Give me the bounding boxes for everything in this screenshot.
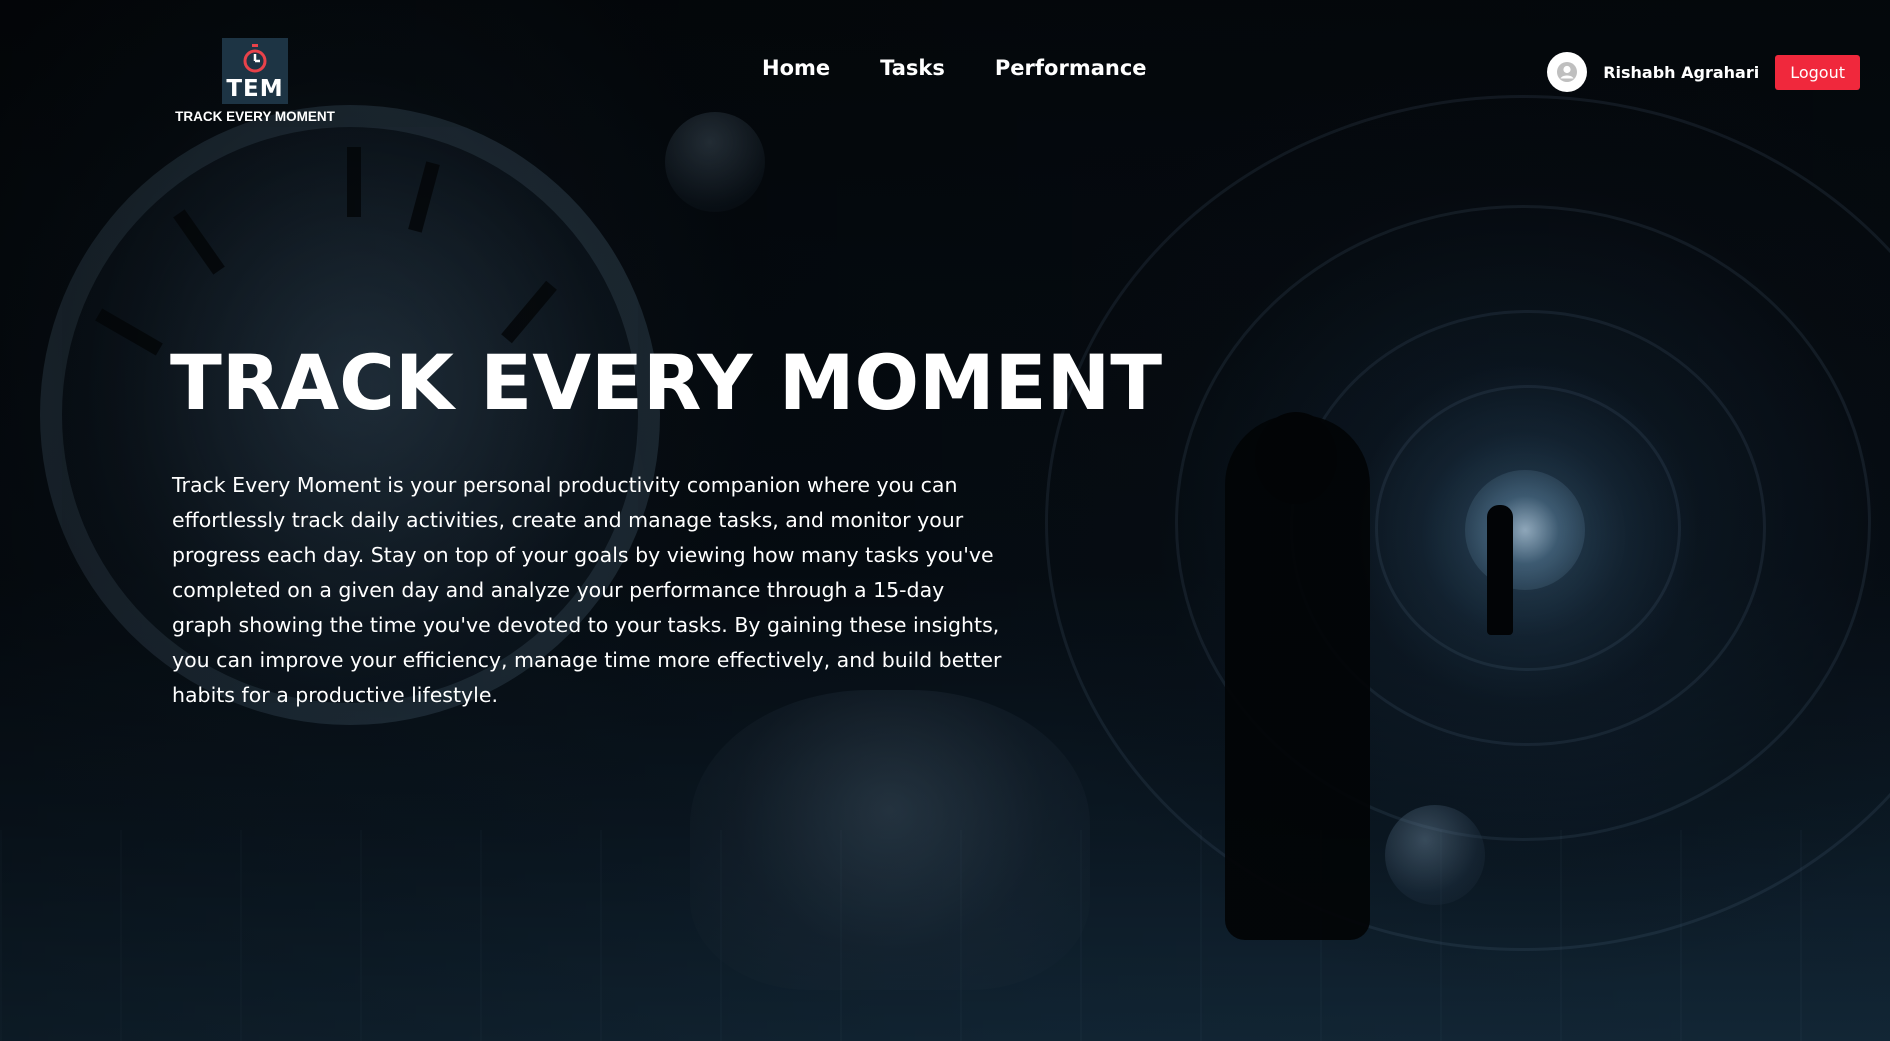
hero-title: TRACK EVERY MOMENT: [170, 338, 1163, 427]
user-menu: Rishabh Agrahari Logout: [1547, 52, 1860, 92]
user-name: Rishabh Agrahari: [1603, 62, 1760, 82]
background-distant-figure: [1487, 505, 1513, 635]
background-tunnel-ring: [1175, 205, 1871, 841]
hero-description: Track Every Moment is your personal prod…: [172, 473, 1002, 707]
background-tunnel-ring: [1290, 310, 1766, 746]
nav-tasks-link[interactable]: Tasks: [880, 56, 945, 80]
background-figure-head: [1255, 412, 1337, 504]
user-avatar-icon[interactable]: [1547, 52, 1588, 92]
background-figure-silhouette: [1225, 415, 1370, 940]
logout-button[interactable]: Logout: [1775, 54, 1860, 90]
logo-text: TRACK EVERY MOMENT: [175, 109, 335, 124]
navbar: TEM TRACK EVERY MOMENT Home Tasks Perfor…: [0, 0, 1890, 140]
background-tunnel-ring: [1375, 385, 1681, 671]
background-orb: [1385, 805, 1485, 905]
stopwatch-icon: [243, 44, 267, 73]
background-tunnel-ring: [1045, 95, 1890, 951]
brand-logo[interactable]: TEM TRACK EVERY MOMENT: [170, 38, 340, 124]
logo-badge: TEM: [222, 38, 288, 104]
logo-letters: TEM: [226, 76, 284, 102]
background-tunnel-light: [1465, 470, 1585, 590]
nav-performance-link[interactable]: Performance: [995, 56, 1147, 80]
background-floor: [0, 830, 1890, 1041]
home-page: TEM TRACK EVERY MOMENT Home Tasks Perfor…: [0, 0, 1890, 1041]
background-broken-machine: [690, 690, 1090, 990]
main-nav: Home Tasks Performance: [762, 56, 1147, 80]
nav-home-link[interactable]: Home: [762, 56, 830, 80]
